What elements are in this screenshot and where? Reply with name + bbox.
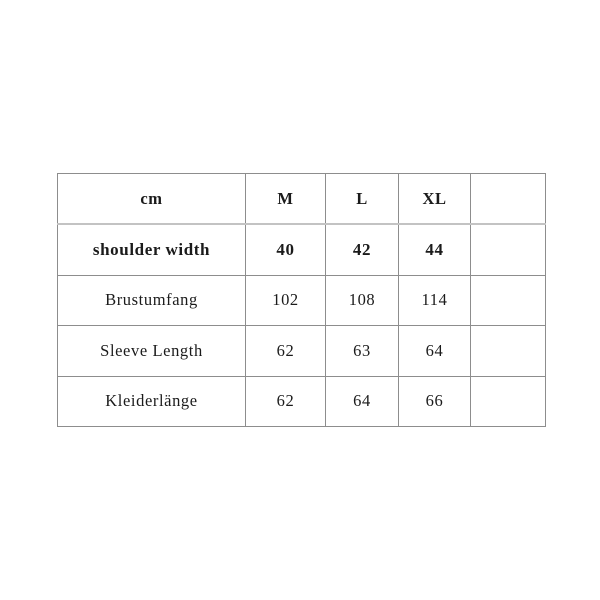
cell-kleiderlaenge-l: 64 <box>325 375 399 427</box>
header-cell-blank <box>470 173 546 226</box>
cell-sleeve-length-xl: 64 <box>398 325 471 377</box>
cell-brustumfang-m: 102 <box>245 274 326 327</box>
cell-sleeve-length-m: 62 <box>245 325 326 377</box>
row-label-sleeve-length: Sleeve Length <box>57 325 246 377</box>
cell-brustumfang-xl: 114 <box>398 274 471 327</box>
table-row: Sleeve Length 62 63 64 <box>57 325 546 377</box>
cell-brustumfang-blank <box>470 274 546 327</box>
row-label-kleiderlaenge: Kleiderlänge <box>57 375 246 427</box>
table-row: Brustumfang 102 108 114 <box>57 274 546 327</box>
header-cell-size-xl: XL <box>398 173 471 226</box>
table-row: Kleiderlänge 62 64 66 <box>57 375 546 427</box>
header-cell-size-l: L <box>325 173 399 226</box>
size-chart-table: cm M L XL shoulder width 40 42 44 Brustu… <box>57 173 546 427</box>
cell-brustumfang-l: 108 <box>325 274 399 327</box>
cell-kleiderlaenge-m: 62 <box>245 375 326 427</box>
table-header-row: cm M L XL <box>57 173 546 226</box>
size-chart-container: cm M L XL shoulder width 40 42 44 Brustu… <box>57 173 546 427</box>
header-cell-unit: cm <box>57 173 246 226</box>
cell-shoulder-width-l: 42 <box>325 223 399 276</box>
cell-sleeve-length-blank <box>470 325 546 377</box>
cell-kleiderlaenge-blank <box>470 375 546 427</box>
row-label-shoulder-width: shoulder width <box>57 223 246 276</box>
table-row: shoulder width 40 42 44 <box>57 223 546 276</box>
cell-kleiderlaenge-xl: 66 <box>398 375 471 427</box>
cell-shoulder-width-xl: 44 <box>398 223 471 276</box>
cell-sleeve-length-l: 63 <box>325 325 399 377</box>
cell-shoulder-width-blank <box>470 223 546 276</box>
cell-shoulder-width-m: 40 <box>245 223 326 276</box>
header-cell-size-m: M <box>245 173 326 226</box>
row-label-brustumfang: Brustumfang <box>57 274 246 327</box>
